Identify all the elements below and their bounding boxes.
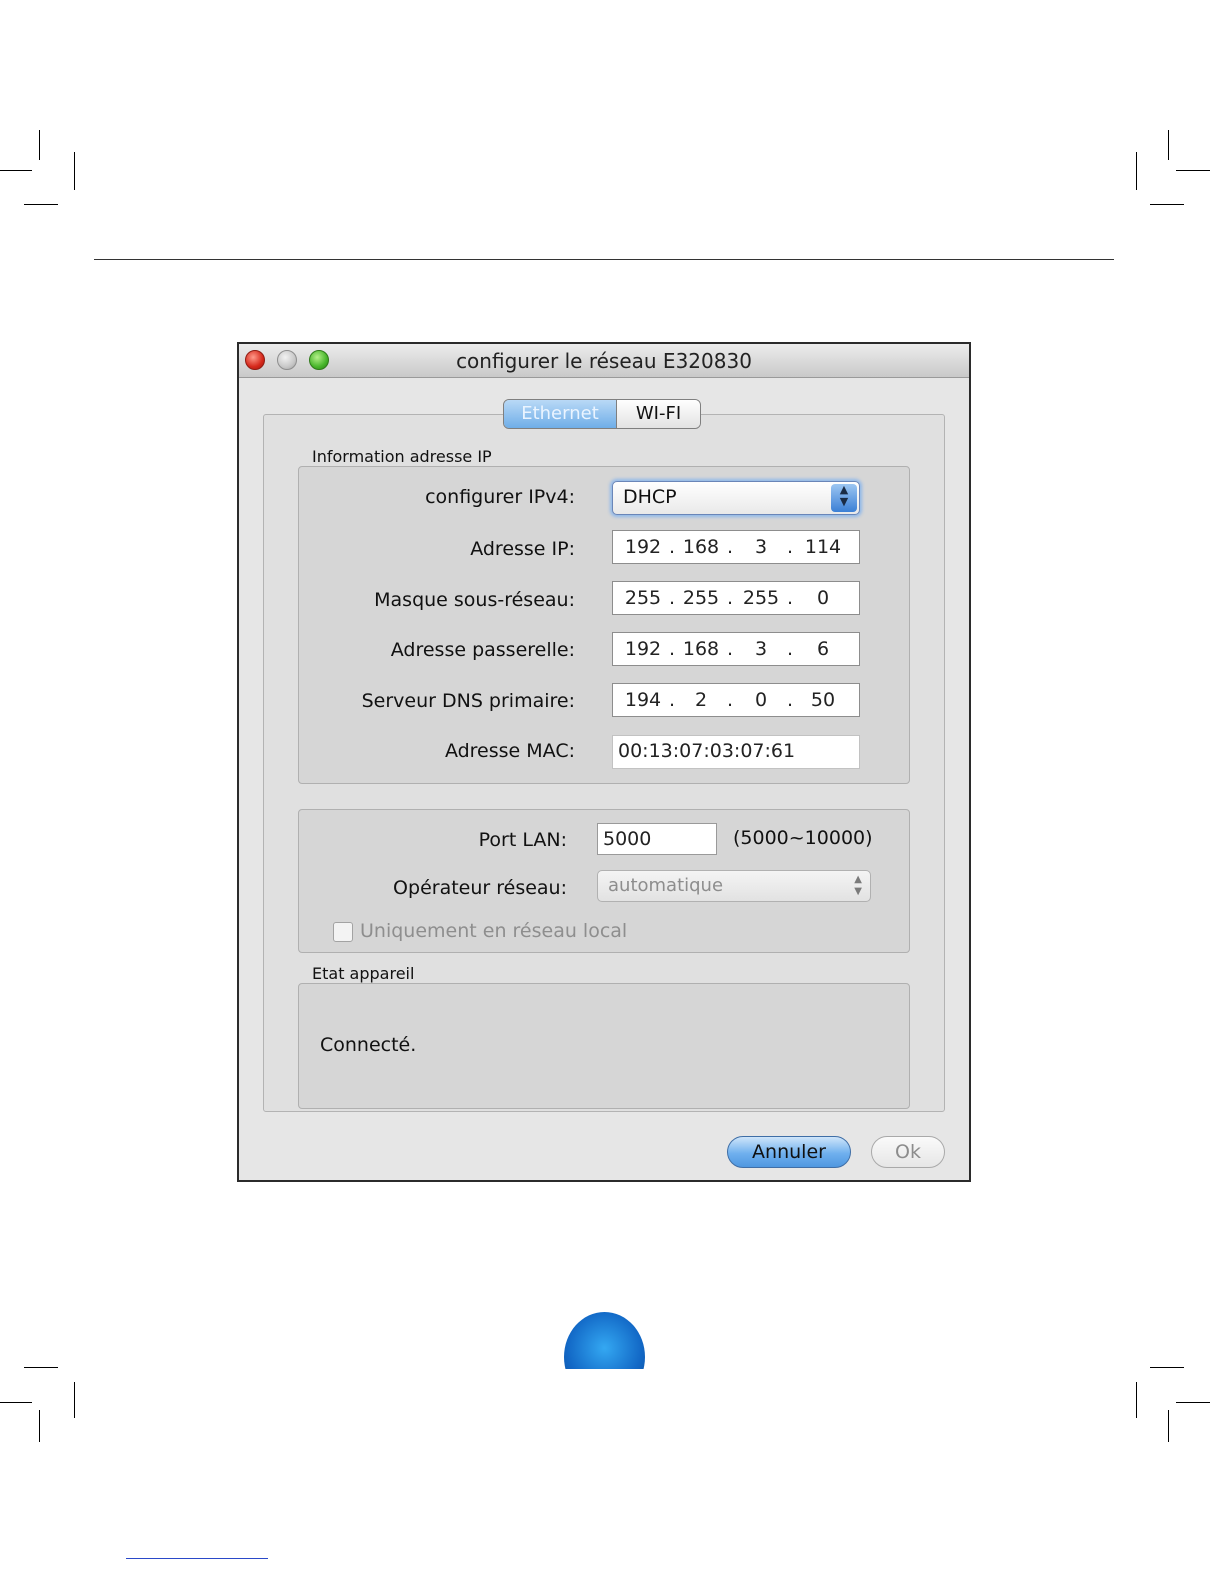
network-operator-label: Opérateur réseau: xyxy=(393,877,567,899)
device-status-group-label: Etat appareil xyxy=(312,964,415,983)
crop-mark xyxy=(1150,204,1184,205)
local-only-label: Uniquement en réseau local xyxy=(360,920,628,942)
crop-mark xyxy=(1136,152,1137,190)
network-config-window: configurer le réseau E320830 Ethernet WI… xyxy=(237,342,971,1182)
dns-label: Serveur DNS primaire: xyxy=(361,690,575,712)
crop-mark xyxy=(1136,1382,1137,1418)
configure-ipv4-label: configurer IPv4: xyxy=(425,486,575,508)
dns-octet-2[interactable]: 2 xyxy=(679,689,723,711)
crop-mark xyxy=(74,152,75,190)
ok-button[interactable]: Ok xyxy=(871,1136,945,1168)
crop-mark xyxy=(1176,1402,1210,1403)
tab-ethernet[interactable]: Ethernet xyxy=(504,400,617,428)
window-title: configurer le réseau E320830 xyxy=(456,349,752,373)
crop-mark xyxy=(1150,1367,1184,1368)
footer-rule xyxy=(126,1558,268,1559)
local-only-checkbox[interactable] xyxy=(333,922,353,942)
select-stepper-icon: ▲ ▼ xyxy=(831,484,857,512)
ip-dot: . xyxy=(786,587,794,609)
network-operator-value: automatique xyxy=(608,875,724,896)
network-tabs: Ethernet WI-FI xyxy=(503,399,701,429)
configure-ipv4-value: DHCP xyxy=(623,486,677,508)
subnet-octet-3[interactable]: 255 xyxy=(739,587,783,609)
ip-dot: . xyxy=(726,638,734,660)
ip-octet-2[interactable]: 168 xyxy=(679,536,723,558)
page-tab-marker xyxy=(564,1312,645,1369)
title-bar[interactable]: configurer le réseau E320830 xyxy=(239,344,969,378)
ip-dot: . xyxy=(668,689,676,711)
dns-octet-3[interactable]: 0 xyxy=(739,689,783,711)
gateway-octet-3[interactable]: 3 xyxy=(739,638,783,660)
lan-port-label: Port LAN: xyxy=(478,829,567,851)
dns-octet-1[interactable]: 194 xyxy=(621,689,665,711)
ip-dot: . xyxy=(668,536,676,558)
tab-wifi[interactable]: WI-FI xyxy=(617,400,700,428)
gateway-octet-2[interactable]: 168 xyxy=(679,638,723,660)
ip-octet-1[interactable]: 192 xyxy=(621,536,665,558)
configure-ipv4-select[interactable]: DHCP ▲ ▼ xyxy=(612,481,860,515)
crop-mark xyxy=(1168,1410,1169,1442)
crop-mark xyxy=(1168,130,1169,160)
dns-octet-4[interactable]: 50 xyxy=(801,689,845,711)
crop-mark xyxy=(1176,170,1210,171)
subnet-octet-2[interactable]: 255 xyxy=(679,587,723,609)
ip-dot: . xyxy=(668,587,676,609)
network-operator-select[interactable]: automatique ▲ ▼ xyxy=(597,870,871,902)
ip-address-field[interactable]: 192 . 168 . 3 . 114 xyxy=(612,530,860,564)
crop-mark xyxy=(0,1402,32,1403)
header-rule xyxy=(94,259,1114,260)
lan-port-field[interactable]: 5000 xyxy=(597,823,717,855)
gateway-octet-1[interactable]: 192 xyxy=(621,638,665,660)
ip-dot: . xyxy=(786,536,794,558)
ip-dot: . xyxy=(668,638,676,660)
gateway-field[interactable]: 192 . 168 . 3 . 6 xyxy=(612,632,860,666)
ip-dot: . xyxy=(786,638,794,660)
crop-mark xyxy=(0,170,32,171)
ip-dot: . xyxy=(726,689,734,711)
subnet-octet-4[interactable]: 0 xyxy=(801,587,845,609)
ip-dot: . xyxy=(726,536,734,558)
subnet-octet-1[interactable]: 255 xyxy=(621,587,665,609)
ip-address-label: Adresse IP: xyxy=(470,538,575,560)
device-status-text: Connecté. xyxy=(320,1034,417,1056)
gateway-label: Adresse passerelle: xyxy=(390,639,575,661)
select-stepper-icon: ▲ ▼ xyxy=(854,874,862,897)
mac-address-field: 00:13:07:03:07:61 xyxy=(612,735,860,769)
subnet-mask-label: Masque sous-réseau: xyxy=(374,589,575,611)
mac-address-label: Adresse MAC: xyxy=(444,740,575,762)
crop-mark xyxy=(24,1367,58,1368)
crop-mark xyxy=(39,130,40,160)
ip-octet-3[interactable]: 3 xyxy=(739,536,783,558)
crop-mark xyxy=(74,1382,75,1418)
lan-port-range: (5000~10000) xyxy=(733,827,873,849)
subnet-mask-field[interactable]: 255 . 255 . 255 . 0 xyxy=(612,581,860,615)
dns-field[interactable]: 194 . 2 . 0 . 50 xyxy=(612,683,860,717)
gateway-octet-4[interactable]: 6 xyxy=(801,638,845,660)
ip-octet-4[interactable]: 114 xyxy=(801,536,845,558)
ip-dot: . xyxy=(786,689,794,711)
ip-dot: . xyxy=(726,587,734,609)
crop-mark xyxy=(39,1410,40,1442)
ip-info-group-label: Information adresse IP xyxy=(312,447,492,466)
crop-mark xyxy=(24,204,58,205)
cancel-button[interactable]: Annuler xyxy=(727,1136,851,1168)
